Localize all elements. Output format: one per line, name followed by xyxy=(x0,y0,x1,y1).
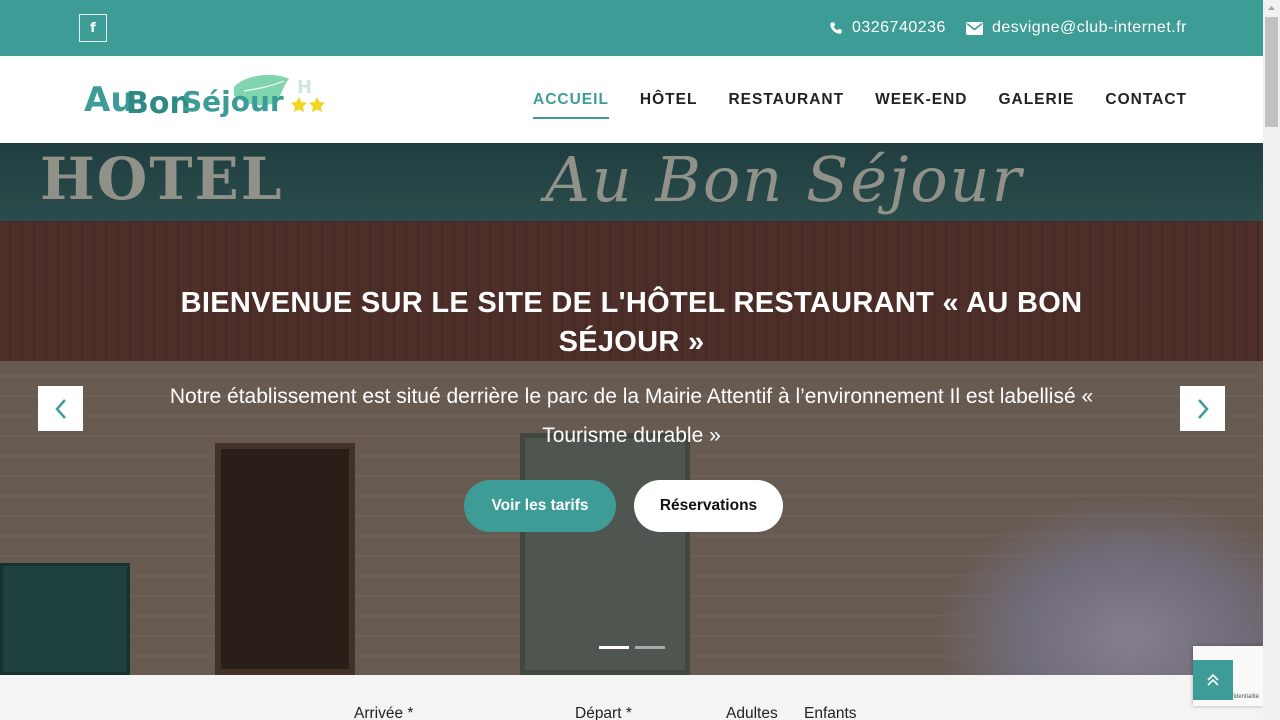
nav-hotel[interactable]: HÔTEL xyxy=(640,82,698,118)
phone-icon xyxy=(829,21,843,35)
children-label: Enfants xyxy=(804,705,857,720)
double-chevron-up-icon xyxy=(1207,673,1219,686)
slider-pagination xyxy=(599,646,671,649)
nav-restaurant[interactable]: RESTAURANT xyxy=(728,82,844,118)
main-nav: ACCUEIL HÔTEL RESTAURANT WEEK-END GALERI… xyxy=(502,56,1187,143)
top-bar: f 0326740236 desvigne@club-internet.fr xyxy=(0,0,1263,56)
nav-accueil[interactable]: ACCUEIL xyxy=(533,82,609,119)
contact-info: 0326740236 desvigne@club-internet.fr xyxy=(829,0,1187,56)
slider-dot-1[interactable] xyxy=(599,646,629,649)
reservations-button[interactable]: Réservations xyxy=(634,480,783,532)
page: f 0326740236 desvigne@club-internet.fr A… xyxy=(0,0,1280,720)
nav-contact[interactable]: CONTACT xyxy=(1105,82,1187,118)
site-logo[interactable]: Au Bon Séjour H xyxy=(84,73,328,123)
scrollbar-thumb[interactable] xyxy=(1265,17,1278,127)
slider-prev-button[interactable] xyxy=(38,386,83,431)
adults-label: Adultes xyxy=(726,705,778,720)
back-to-top-button[interactable] xyxy=(1193,660,1233,700)
logo-badge: H xyxy=(297,77,312,98)
arrival-label: Arrivée * xyxy=(354,705,414,720)
slider-next-button[interactable] xyxy=(1180,386,1225,431)
phone-number[interactable]: 0326740236 xyxy=(852,19,946,37)
chevron-left-icon xyxy=(54,398,66,419)
facebook-icon[interactable]: f xyxy=(79,14,107,42)
star-icon xyxy=(309,97,325,112)
departure-label: Départ * xyxy=(575,705,632,720)
chevron-right-icon xyxy=(1197,398,1209,419)
slider-dot-2[interactable] xyxy=(635,646,665,649)
hero-title: BIENVENUE SUR LE SITE DE L'HÔTEL RESTAUR… xyxy=(180,287,1083,358)
email-address[interactable]: desvigne@club-internet.fr xyxy=(992,19,1187,37)
logo-sejour: Séjour xyxy=(182,85,284,118)
nav-galerie[interactable]: GALERIE xyxy=(998,82,1074,118)
scroll-up-arrow-icon[interactable] xyxy=(1263,0,1280,17)
view-rates-button[interactable]: Voir les tarifs xyxy=(464,480,616,532)
nav-week-end[interactable]: WEEK-END xyxy=(875,82,967,118)
envelope-icon xyxy=(965,21,983,35)
star-icon xyxy=(291,97,307,112)
hero-subtitle: Notre établissement est situé derrière l… xyxy=(169,385,1094,447)
